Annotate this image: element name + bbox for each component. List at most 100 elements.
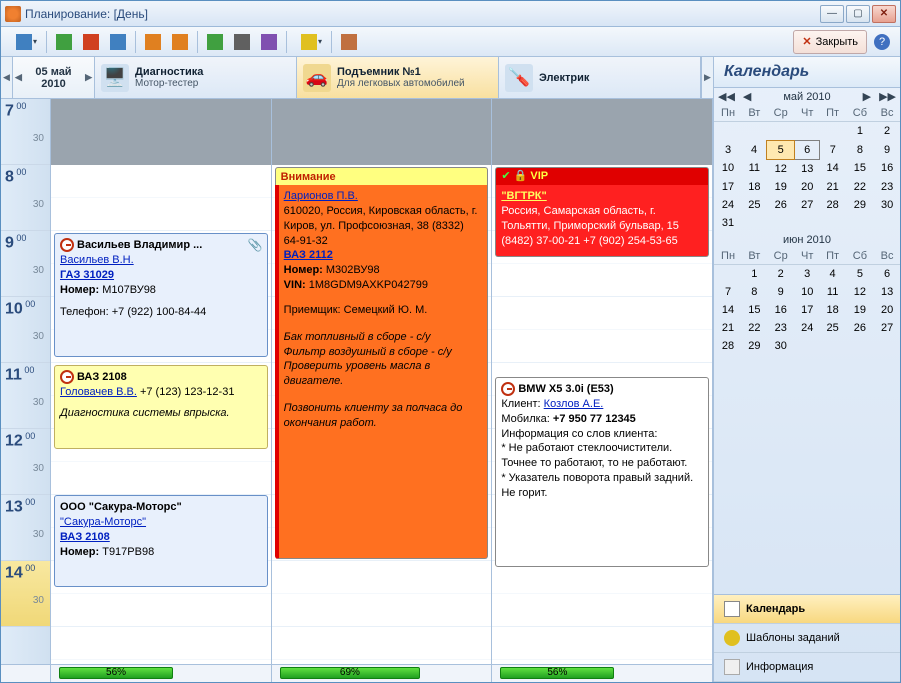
user-button[interactable]	[337, 30, 361, 54]
toolbar-separator	[46, 31, 47, 53]
help-icon: ?	[874, 34, 890, 50]
column-header-lift[interactable]: 🚗 Подъемник №1 Для легковых автомобилей	[297, 57, 499, 98]
appointment-vip[interactable]: "ВГТРК" Россия, Самарская область, г. То…	[495, 185, 709, 257]
clock-icon	[60, 238, 74, 252]
schedule-panel: ◀ ◀ 05 май 2010 ▶ 🖥️ Диагностика Мотор-т…	[1, 57, 714, 682]
column-subtitle: Для легковых автомобилей	[337, 78, 465, 89]
schedule-header: ◀ ◀ 05 май 2010 ▶ 🖥️ Диагностика Мотор-т…	[1, 57, 713, 99]
column-title: Подъемник №1	[337, 66, 465, 78]
client-link[interactable]: Васильев В.Н.	[60, 254, 134, 266]
sidebar-tabs: Календарь Шаблоны заданий Информация	[714, 594, 900, 682]
load-bar: 56%	[500, 667, 614, 679]
load-row: 56% 69% 56%	[1, 664, 713, 682]
client-link[interactable]: "Сакура-Моторс"	[60, 516, 146, 528]
appointment-vip-header[interactable]: ✔ 🔒 VIP	[495, 167, 709, 185]
clock-icon	[501, 382, 515, 396]
sidebar-tab-info[interactable]: Информация	[714, 653, 900, 682]
calendar-june[interactable]: ПнВтСрЧтПтСбВс 123456 78910111213 141516…	[714, 248, 900, 355]
minimize-button[interactable]: —	[820, 5, 844, 23]
appointment-attention[interactable]: Ларионов П.В. 610020, Россия, Кировская …	[275, 185, 489, 559]
app-window: Планирование: [День] — ▢ ✕ ✕ Закрыть ?	[0, 0, 901, 683]
next-station-button[interactable]: ▶	[701, 57, 713, 98]
client-link[interactable]: Ларионов П.В.	[284, 190, 358, 202]
prev-station-button[interactable]: ◀	[1, 57, 13, 98]
prev-day-button[interactable]: ◀	[15, 72, 22, 83]
load-bar: 69%	[280, 667, 421, 679]
appointment-vasilev[interactable]: Васильев Владимир ... 📎 Васильев В.Н. ГА…	[54, 233, 268, 357]
toolbar-separator	[286, 31, 287, 53]
delete-task-button[interactable]	[79, 30, 103, 54]
close-button[interactable]: ✕ Закрыть	[793, 30, 867, 54]
schedule-grid: 7 0030 8 0030 9 0030 10 0030 11 0030 12 …	[1, 99, 713, 664]
toolbar-separator	[331, 31, 332, 53]
maximize-button[interactable]: ▢	[846, 5, 870, 23]
day-column-diagnostics[interactable]: Васильев Владимир ... 📎 Васильев В.Н. ГА…	[51, 99, 272, 664]
help-button[interactable]: ?	[870, 30, 894, 54]
client-link[interactable]: "ВГТРК"	[501, 190, 546, 202]
toolbar: ✕ Закрыть ?	[1, 27, 900, 57]
sidebar-tab-templates[interactable]: Шаблоны заданий	[714, 624, 900, 653]
vehicle-link[interactable]: ВАЗ 2112	[284, 249, 333, 261]
new-task-button[interactable]	[52, 30, 76, 54]
next-day-button[interactable]: ▶	[85, 72, 92, 83]
screwdriver-icon: 🪛	[505, 64, 533, 92]
sidebar-tab-calendar[interactable]: Календарь	[714, 595, 900, 624]
month-label: май 2010	[757, 91, 856, 103]
settings-button[interactable]	[257, 30, 281, 54]
appointment-sakura[interactable]: ООО "Сакура-Моторс" "Сакура-Моторс" ВАЗ …	[54, 495, 268, 587]
edit-task-button[interactable]	[106, 30, 130, 54]
pencil-icon	[110, 34, 126, 50]
appointment-attention-header[interactable]: Внимание	[275, 167, 489, 185]
vehicle-link[interactable]: ГАЗ 31029	[60, 269, 114, 281]
window-controls: — ▢ ✕	[820, 5, 896, 23]
vehicle-link[interactable]: ВАЗ 2108	[60, 531, 110, 543]
filter-menu-button[interactable]	[292, 30, 326, 54]
print-button[interactable]	[230, 30, 254, 54]
calendar-may[interactable]: ПнВтСрЧтПтСбВс 12 3456789 10111213141516…	[714, 105, 900, 232]
closed-slot	[272, 99, 492, 165]
car-lift-icon: 🚗	[303, 64, 331, 92]
titlebar: Планирование: [День] — ▢ ✕	[1, 1, 900, 27]
client-link[interactable]: Головачев В.В.	[60, 386, 137, 398]
column-title: Диагностика	[135, 66, 203, 78]
appointment-bmw[interactable]: BMW X5 3.0i (E53) Клиент: Козлов А.Е. Мо…	[495, 377, 709, 567]
client-link[interactable]: Козлов А.Е.	[544, 398, 604, 410]
close-window-button[interactable]: ✕	[872, 5, 896, 23]
day-column-electric[interactable]: ✔ 🔒 VIP "ВГТРК" Россия, Самарская област…	[492, 99, 713, 664]
appointment-vaz2108[interactable]: ВАЗ 2108 Головачев В.В. +7 (123) 123-12-…	[54, 365, 268, 449]
column-header-electric[interactable]: 🪛 Электрик	[499, 57, 701, 98]
copy-button[interactable]	[141, 30, 165, 54]
day-column-lift[interactable]: Внимание Ларионов П.В. 610020, Россия, К…	[272, 99, 493, 664]
toolbar-separator	[135, 31, 136, 53]
paste-button[interactable]	[168, 30, 192, 54]
last-month-button[interactable]: ▶▶	[877, 90, 898, 103]
date-label-1: 05 май	[35, 66, 71, 78]
calendar-icon	[724, 601, 740, 617]
app-icon	[5, 6, 21, 22]
filter-icon	[301, 34, 317, 50]
sidebar: Календарь ◀◀ ◀ май 2010 ▶ ▶▶ ПнВтСрЧтПтС…	[714, 57, 900, 682]
x-icon	[83, 34, 99, 50]
close-button-label: Закрыть	[816, 36, 858, 48]
closed-slot	[51, 99, 271, 165]
clock-icon	[60, 370, 74, 384]
star-icon	[724, 630, 740, 646]
refresh-button[interactable]	[203, 30, 227, 54]
gear-icon	[261, 34, 277, 50]
printer-icon	[234, 34, 250, 50]
column-header-diagnostics[interactable]: 🖥️ Диагностика Мотор-тестер	[95, 57, 297, 98]
column-title: Электрик	[539, 72, 589, 84]
date-cell[interactable]: ◀ 05 май 2010 ▶	[13, 57, 95, 98]
lock-icon: 🔒	[514, 170, 528, 182]
paperclip-icon: 📎	[248, 237, 263, 253]
date-label-2: 2010	[41, 78, 65, 90]
monitor-icon: 🖥️	[101, 64, 129, 92]
close-icon: ✕	[802, 35, 811, 48]
copy-icon	[145, 34, 161, 50]
first-month-button[interactable]: ◀◀	[716, 90, 737, 103]
prev-month-button[interactable]: ◀	[741, 90, 753, 103]
time-ruler: 7 0030 8 0030 9 0030 10 0030 11 0030 12 …	[1, 99, 51, 664]
view-menu-button[interactable]	[7, 30, 41, 54]
person-icon	[341, 34, 357, 50]
next-month-button[interactable]: ▶	[861, 90, 873, 103]
